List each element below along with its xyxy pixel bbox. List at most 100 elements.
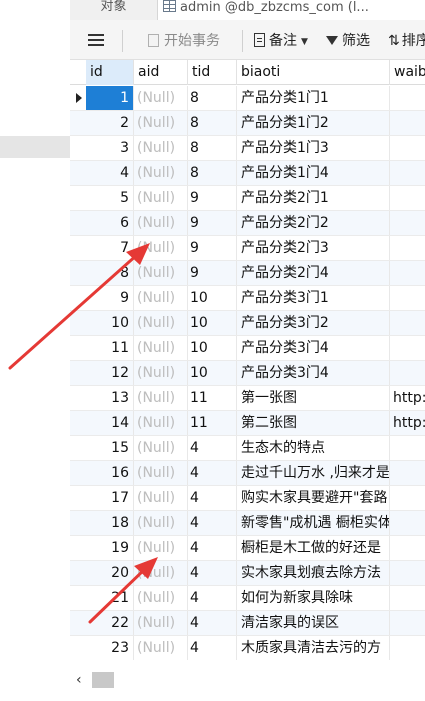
cell-aid[interactable]: (Null) (134, 161, 188, 185)
begin-transaction-button[interactable]: 开始事务 (148, 31, 220, 51)
cell-aid[interactable]: (Null) (134, 461, 188, 485)
cell-biaoti[interactable]: 生态木的特点 (237, 436, 390, 460)
scroll-left-icon[interactable]: ‹ (76, 670, 82, 690)
cell-id[interactable]: 12 (86, 361, 134, 385)
cell-tid[interactable]: 4 (188, 436, 237, 460)
cell-waib[interactable] (390, 211, 425, 235)
cell-waib[interactable] (390, 111, 425, 135)
cell-aid[interactable]: (Null) (134, 511, 188, 535)
cell-id[interactable]: 3 (86, 136, 134, 160)
table-row[interactable]: 2 (Null) 8 产品分类1门2 (70, 111, 425, 136)
cell-waib[interactable] (390, 561, 425, 585)
table-row[interactable]: 3 (Null) 8 产品分类1门3 (70, 136, 425, 161)
cell-biaoti[interactable]: 产品分类1门1 (237, 86, 390, 110)
cell-waib[interactable] (390, 86, 425, 110)
table-row[interactable]: 11 (Null) 10 产品分类3门4 (70, 336, 425, 361)
cell-id[interactable]: 4 (86, 161, 134, 185)
cell-tid[interactable]: 8 (188, 111, 237, 135)
table-row[interactable]: 10 (Null) 10 产品分类3门2 (70, 311, 425, 336)
cell-aid[interactable]: (Null) (134, 136, 188, 160)
column-header-waib[interactable]: waib (390, 60, 425, 85)
cell-aid[interactable]: (Null) (134, 411, 188, 435)
hamburger-menu-icon[interactable] (88, 34, 104, 48)
cell-waib[interactable] (390, 486, 425, 510)
cell-tid[interactable]: 8 (188, 161, 237, 185)
cell-biaoti[interactable]: 产品分类3门4 (237, 336, 390, 360)
cell-aid[interactable]: (Null) (134, 361, 188, 385)
cell-tid[interactable]: 4 (188, 511, 237, 535)
cell-tid[interactable]: 11 (188, 386, 237, 410)
column-header-tid[interactable]: tid (188, 60, 237, 85)
cell-id[interactable]: 23 (86, 636, 134, 660)
cell-aid[interactable]: (Null) (134, 386, 188, 410)
cell-tid[interactable]: 8 (188, 136, 237, 160)
cell-biaoti[interactable]: 产品分类2门4 (237, 261, 390, 285)
tab-objects[interactable]: 对象 (70, 0, 158, 20)
cell-waib[interactable] (390, 611, 425, 635)
cell-waib[interactable] (390, 336, 425, 360)
horizontal-scrollbar[interactable]: ‹ (70, 668, 425, 692)
cell-id[interactable]: 10 (86, 311, 134, 335)
cell-aid[interactable]: (Null) (134, 211, 188, 235)
caret-down-icon[interactable]: ▼ (301, 37, 308, 47)
cell-biaoti[interactable]: 产品分类1门2 (237, 111, 390, 135)
table-row[interactable]: 22 (Null) 4 清洁家具的误区 (70, 611, 425, 636)
cell-waib[interactable] (390, 236, 425, 260)
filter-button[interactable]: 筛选 (326, 31, 370, 51)
cell-waib[interactable] (390, 136, 425, 160)
table-row[interactable]: 1 (Null) 8 产品分类1门1 (70, 86, 425, 111)
cell-waib[interactable] (390, 361, 425, 385)
scrollbar-thumb[interactable] (92, 672, 114, 688)
cell-id[interactable]: 17 (86, 486, 134, 510)
cell-aid[interactable]: (Null) (134, 611, 188, 635)
table-row[interactable]: 16 (Null) 4 走过千山万水 ,归来才是 (70, 461, 425, 486)
cell-waib[interactable] (390, 311, 425, 335)
table-row[interactable]: 20 (Null) 4 实木家具划痕去除方法 (70, 561, 425, 586)
cell-aid[interactable]: (Null) (134, 586, 188, 610)
cell-waib[interactable] (390, 636, 425, 660)
table-row[interactable]: 8 (Null) 9 产品分类2门4 (70, 261, 425, 286)
cell-biaoti[interactable]: 如何为新家具除味 (237, 586, 390, 610)
cell-id[interactable]: 6 (86, 211, 134, 235)
cell-tid[interactable]: 8 (188, 86, 237, 110)
column-header-biaoti[interactable]: biaoti (237, 60, 390, 85)
cell-aid[interactable]: (Null) (134, 311, 188, 335)
cell-biaoti[interactable]: 第一张图 (237, 386, 390, 410)
cell-id[interactable]: 13 (86, 386, 134, 410)
column-header-id[interactable]: id (86, 60, 134, 85)
table-row[interactable]: 19 (Null) 4 橱柜是木工做的好还是 (70, 536, 425, 561)
cell-waib[interactable]: http: (390, 411, 425, 435)
cell-waib[interactable] (390, 511, 425, 535)
table-row[interactable]: 5 (Null) 9 产品分类2门1 (70, 186, 425, 211)
cell-biaoti[interactable]: 产品分类3门4 (237, 361, 390, 385)
table-row[interactable]: 12 (Null) 10 产品分类3门4 (70, 361, 425, 386)
table-row[interactable]: 7 (Null) 9 产品分类2门3 (70, 236, 425, 261)
cell-tid[interactable]: 11 (188, 411, 237, 435)
cell-tid[interactable]: 9 (188, 261, 237, 285)
cell-biaoti[interactable]: 新零售"成机遇 橱柜实体 (237, 511, 390, 535)
cell-tid[interactable]: 10 (188, 286, 237, 310)
cell-id[interactable]: 19 (86, 536, 134, 560)
column-header-aid[interactable]: aid (134, 60, 188, 85)
cell-aid[interactable]: (Null) (134, 261, 188, 285)
cell-biaoti[interactable]: 产品分类2门3 (237, 236, 390, 260)
table-row[interactable]: 21 (Null) 4 如何为新家具除味 (70, 586, 425, 611)
cell-aid[interactable]: (Null) (134, 86, 188, 110)
cell-tid[interactable]: 9 (188, 211, 237, 235)
cell-id[interactable]: 2 (86, 111, 134, 135)
data-grid[interactable]: id aid tid biaoti waib 1 (Null) 8 产品分类1门1 2(… (70, 60, 425, 660)
cell-aid[interactable]: (Null) (134, 536, 188, 560)
cell-id[interactable]: 20 (86, 561, 134, 585)
cell-tid[interactable]: 4 (188, 636, 237, 660)
cell-biaoti[interactable]: 产品分类3门1 (237, 286, 390, 310)
table-row[interactable]: 15 (Null) 4 生态木的特点 (70, 436, 425, 461)
cell-id[interactable]: 18 (86, 511, 134, 535)
cell-aid[interactable]: (Null) (134, 336, 188, 360)
cell-waib[interactable] (390, 436, 425, 460)
cell-aid[interactable]: (Null) (134, 236, 188, 260)
cell-biaoti[interactable]: 橱柜是木工做的好还是 (237, 536, 390, 560)
object-tree-selected-item[interactable] (0, 136, 70, 158)
cell-tid[interactable]: 4 (188, 461, 237, 485)
cell-tid[interactable]: 9 (188, 236, 237, 260)
cell-id[interactable]: 11 (86, 336, 134, 360)
